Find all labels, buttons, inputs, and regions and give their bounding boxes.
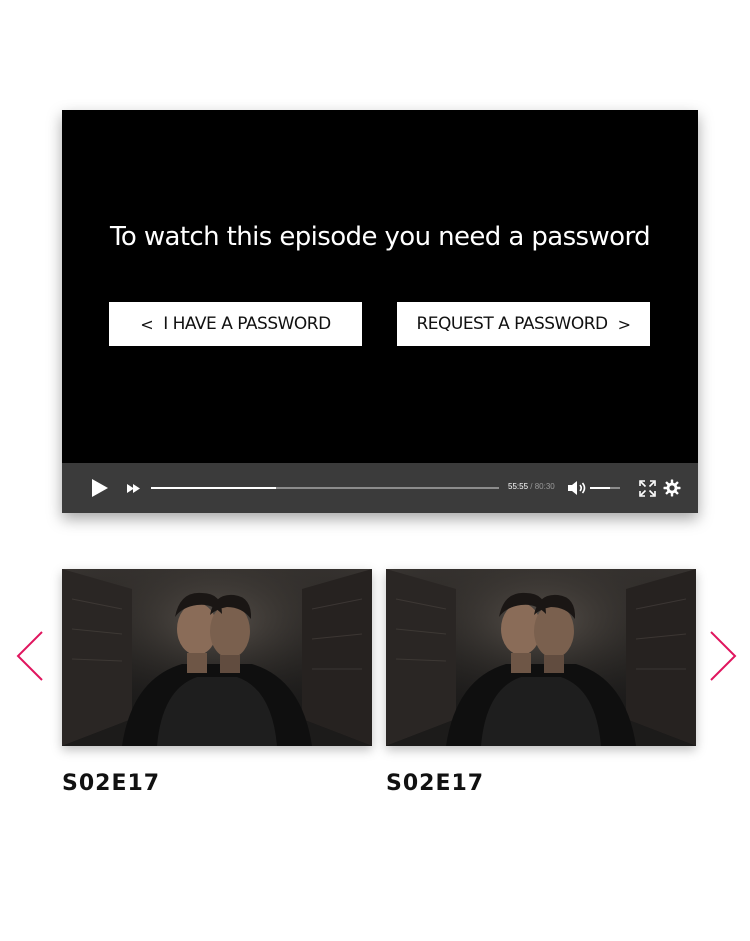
episode-card[interactable]: S02E17 xyxy=(386,569,696,796)
play-icon xyxy=(92,479,108,497)
total-time: 80:30 xyxy=(534,482,555,491)
episode-thumbnail[interactable] xyxy=(386,569,696,746)
episode-card[interactable]: S02E17 xyxy=(62,569,372,796)
fast-forward-button[interactable] xyxy=(124,463,144,513)
time-separator: / xyxy=(528,482,535,491)
request-password-label: REQUEST A PASSWORD xyxy=(416,314,608,334)
carousel-next-button[interactable] xyxy=(708,630,738,682)
settings-button[interactable] xyxy=(662,463,682,513)
request-password-button[interactable]: REQUEST A PASSWORD > xyxy=(397,302,650,346)
have-password-label: I HAVE A PASSWORD xyxy=(163,314,331,334)
carousel-prev-button[interactable] xyxy=(15,630,45,682)
episode-label: S02E17 xyxy=(386,771,485,796)
chevron-left-glyph: < xyxy=(140,314,154,334)
volume-button[interactable] xyxy=(566,463,588,513)
player-controls-bar: 55:55 / 80:30 xyxy=(62,463,698,513)
password-message: To watch this episode you need a passwor… xyxy=(109,222,651,252)
chevron-right-glyph: > xyxy=(617,314,631,334)
chevron-left-icon xyxy=(16,631,43,681)
have-password-button[interactable]: < I HAVE A PASSWORD xyxy=(109,302,362,346)
volume-icon xyxy=(568,481,586,495)
current-time: 55:55 xyxy=(508,482,529,491)
play-button[interactable] xyxy=(88,463,112,513)
video-player: To watch this episode you need a passwor… xyxy=(62,110,698,513)
progress-fill xyxy=(151,487,277,489)
fullscreen-icon xyxy=(638,479,656,497)
episode-thumbnail-image xyxy=(62,569,372,746)
fast-forward-icon xyxy=(127,483,140,493)
gear-icon xyxy=(663,479,681,497)
progress-bar[interactable] xyxy=(151,487,499,489)
episode-label: S02E17 xyxy=(62,771,161,796)
episode-thumbnail[interactable] xyxy=(62,569,372,746)
chevron-right-icon xyxy=(710,631,737,681)
episode-thumbnail-image xyxy=(386,569,696,746)
volume-slider[interactable] xyxy=(590,487,620,489)
fullscreen-button[interactable] xyxy=(637,463,657,513)
time-readout: 55:55 / 80:30 xyxy=(508,482,555,491)
volume-fill xyxy=(590,487,610,489)
